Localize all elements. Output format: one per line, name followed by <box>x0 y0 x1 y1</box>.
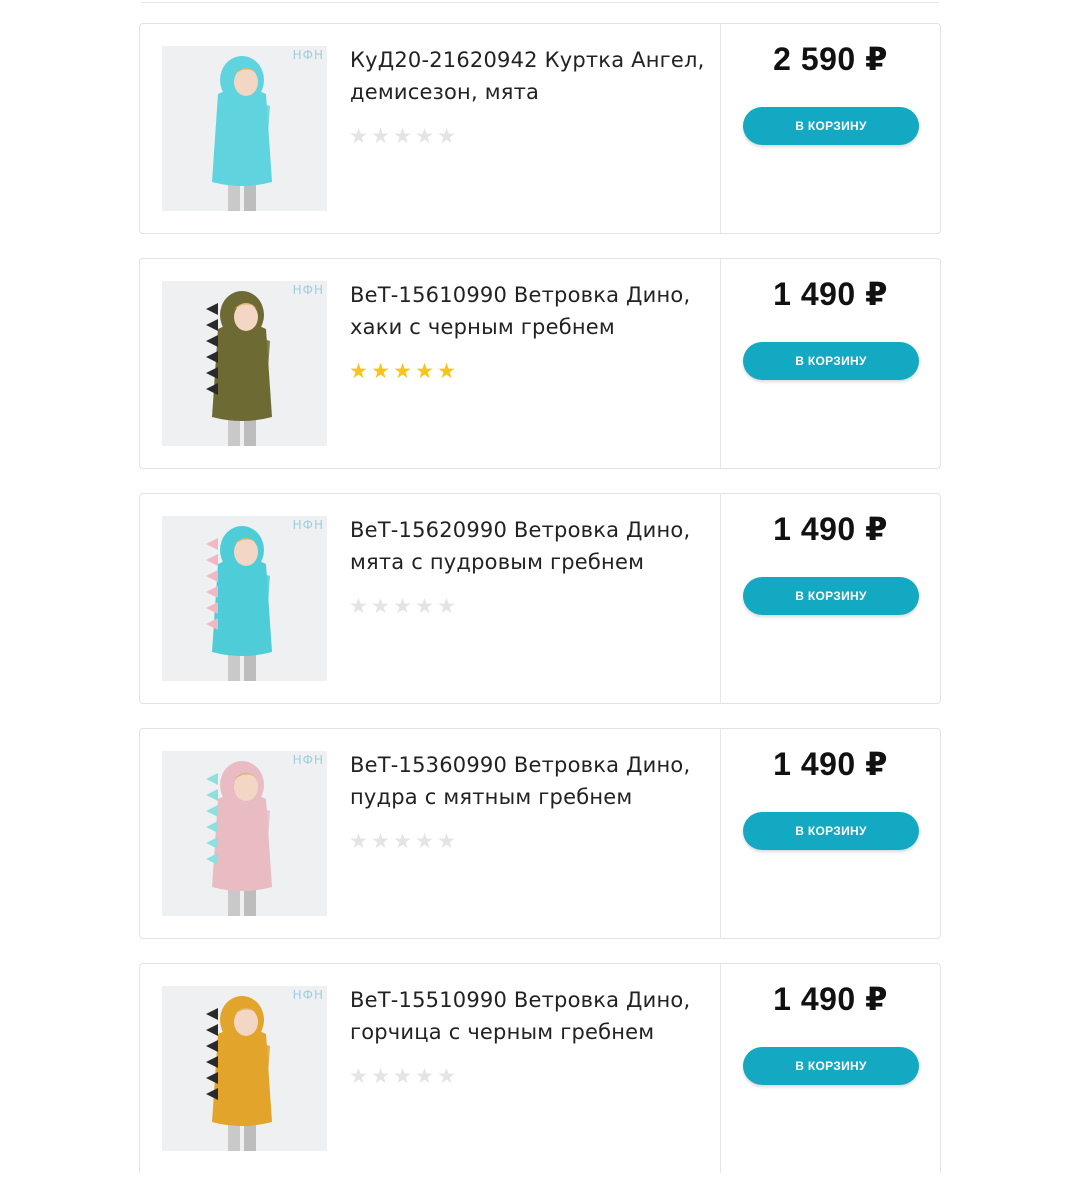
brand-watermark: НФН <box>292 988 324 1002</box>
star-icon[interactable]: ★ <box>436 360 457 384</box>
rating-stars[interactable]: ★ ★ ★ ★ ★ <box>348 595 457 619</box>
star-icon[interactable]: ★ <box>414 830 435 854</box>
top-divider <box>141 0 939 3</box>
product-photo <box>162 516 327 681</box>
star-icon[interactable]: ★ <box>436 830 457 854</box>
rating-stars[interactable]: ★ ★ ★ ★ ★ <box>348 125 457 149</box>
product-photo <box>162 751 327 916</box>
star-icon[interactable]: ★ <box>348 830 369 854</box>
product-image[interactable]: НФН <box>162 281 327 446</box>
product-photo <box>162 281 327 446</box>
star-icon[interactable]: ★ <box>370 125 391 149</box>
product-list: НФН КуД20-21620942 Куртка Ангел, демисез… <box>139 23 941 1197</box>
product-card: НФН КуД20-21620942 Куртка Ангел, демисез… <box>139 23 941 234</box>
star-icon[interactable]: ★ <box>436 595 457 619</box>
add-to-cart-button[interactable]: В КОРЗИНУ <box>743 107 919 145</box>
product-price: 1 490 ₽ <box>773 276 888 312</box>
product-price: 1 490 ₽ <box>773 746 888 782</box>
star-icon[interactable]: ★ <box>370 830 391 854</box>
rating-stars[interactable]: ★ ★ ★ ★ ★ <box>348 1065 457 1089</box>
product-image[interactable]: НФН <box>162 46 327 211</box>
product-title[interactable]: ВеТ-15620990 Ветровка Дино, мята с пудро… <box>350 514 710 578</box>
star-icon[interactable]: ★ <box>370 360 391 384</box>
star-icon[interactable]: ★ <box>414 595 435 619</box>
star-icon[interactable]: ★ <box>392 595 413 619</box>
star-icon[interactable]: ★ <box>436 125 457 149</box>
product-card: НФН ВеТ-15360990 Ветровка Дино, пудра с … <box>139 728 941 939</box>
product-card: НФН ВеТ-15620990 Ветровка Дино, мята с п… <box>139 493 941 704</box>
add-to-cart-button[interactable]: В КОРЗИНУ <box>743 1047 919 1085</box>
product-card: НФН ВеТ-15510990 Ветровка Дино, горчица … <box>139 963 941 1173</box>
star-icon[interactable]: ★ <box>436 1065 457 1089</box>
add-to-cart-button[interactable]: В КОРЗИНУ <box>743 342 919 380</box>
star-icon[interactable]: ★ <box>370 595 391 619</box>
product-image[interactable]: НФН <box>162 986 327 1151</box>
brand-watermark: НФН <box>292 518 324 532</box>
star-icon[interactable]: ★ <box>348 125 369 149</box>
star-icon[interactable]: ★ <box>414 360 435 384</box>
product-image[interactable]: НФН <box>162 516 327 681</box>
rating-stars[interactable]: ★ ★ ★ ★ ★ <box>348 360 457 384</box>
product-title[interactable]: ВеТ-15360990 Ветровка Дино, пудра с мятн… <box>350 749 710 813</box>
product-photo <box>162 986 327 1151</box>
add-to-cart-button[interactable]: В КОРЗИНУ <box>743 812 919 850</box>
star-icon[interactable]: ★ <box>392 1065 413 1089</box>
product-title[interactable]: ВеТ-15510990 Ветровка Дино, горчица с че… <box>350 984 710 1048</box>
star-icon[interactable]: ★ <box>370 1065 391 1089</box>
star-icon[interactable]: ★ <box>348 595 369 619</box>
rating-stars[interactable]: ★ ★ ★ ★ ★ <box>348 830 457 854</box>
star-icon[interactable]: ★ <box>414 1065 435 1089</box>
product-price: 2 590 ₽ <box>773 41 888 77</box>
brand-watermark: НФН <box>292 283 324 297</box>
product-price: 1 490 ₽ <box>773 511 888 547</box>
product-title[interactable]: КуД20-21620942 Куртка Ангел, демисезон, … <box>350 44 710 108</box>
star-icon[interactable]: ★ <box>348 1065 369 1089</box>
add-to-cart-button[interactable]: В КОРЗИНУ <box>743 577 919 615</box>
star-icon[interactable]: ★ <box>392 125 413 149</box>
brand-watermark: НФН <box>292 753 324 767</box>
star-icon[interactable]: ★ <box>348 360 369 384</box>
product-photo <box>162 46 327 211</box>
product-image[interactable]: НФН <box>162 751 327 916</box>
star-icon[interactable]: ★ <box>392 830 413 854</box>
product-title[interactable]: ВеТ-15610990 Ветровка Дино, хаки с черны… <box>350 279 710 343</box>
brand-watermark: НФН <box>292 48 324 62</box>
star-icon[interactable]: ★ <box>414 125 435 149</box>
product-card: НФН ВеТ-15610990 Ветровка Дино, хаки с ч… <box>139 258 941 469</box>
product-price: 1 490 ₽ <box>773 981 888 1017</box>
star-icon[interactable]: ★ <box>392 360 413 384</box>
